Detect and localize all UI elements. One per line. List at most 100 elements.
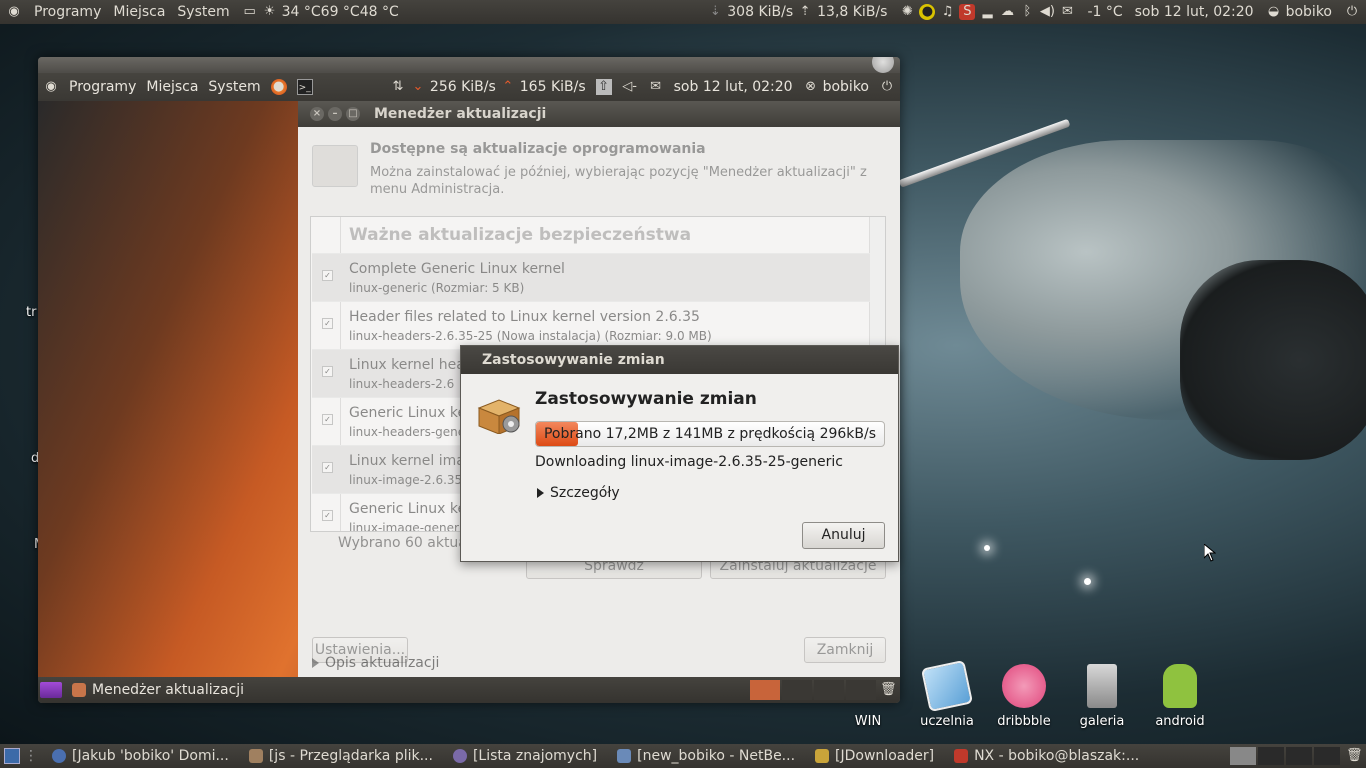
- desktop-icon-galeria[interactable]: galeria: [1066, 664, 1138, 729]
- tray-icons: ✺ ● ♫ S ▂ ☁ ᛒ ◀) ✉: [893, 4, 1081, 20]
- signal-icon[interactable]: ▂: [979, 4, 995, 20]
- taskbar-item[interactable]: [Lista znajomych]: [443, 744, 607, 768]
- inner-task-update-manager[interactable]: Menedżer aktualizacji: [62, 678, 254, 702]
- upload-chevron-icon: ⌃: [502, 79, 514, 94]
- update-package: linux-headers-gener: [349, 425, 471, 439]
- taskbar-item[interactable]: [Jakub 'bobiko' Domi...: [42, 744, 239, 768]
- android-icon: [1163, 664, 1197, 708]
- panel-handle-icon: ⋮: [24, 748, 38, 764]
- maximize-icon[interactable]: □: [346, 107, 360, 121]
- bluetooth-icon[interactable]: ᛒ: [1019, 4, 1035, 20]
- dialog-heading: Zastosowywanie zmian: [535, 389, 757, 409]
- desktop-label-fragment: tr: [26, 305, 37, 320]
- menu-system[interactable]: System: [203, 79, 265, 95]
- menu-programy[interactable]: Programy: [28, 4, 107, 20]
- close-button[interactable]: Zamknij: [804, 637, 886, 663]
- ubuntu-logo-icon[interactable]: ◉: [0, 4, 28, 20]
- download-progress-bar: Pobrano 17,2MB z 141MB z prędkością 296k…: [535, 421, 885, 447]
- workspace-1[interactable]: [750, 680, 780, 700]
- mail-icon[interactable]: ✉: [1059, 4, 1075, 20]
- mouse-cursor-icon: [1204, 544, 1216, 562]
- description-expander[interactable]: Opis aktualizacji: [312, 655, 439, 671]
- update-name: Complete Generic Linux kernel: [349, 261, 565, 277]
- inner-network-monitor[interactable]: ⇅ ⌄ 256 KiB/s ⌃ 165 KiB/s: [385, 79, 591, 95]
- update-name: Generic Linux ke: [349, 501, 467, 517]
- clock[interactable]: sob 12 lut, 02:20: [1129, 4, 1260, 20]
- user-menu[interactable]: ⊗ bobiko: [798, 79, 874, 95]
- menu-programy[interactable]: Programy: [64, 79, 141, 95]
- browser-icon: [52, 749, 66, 763]
- minimize-icon[interactable]: –: [328, 107, 342, 121]
- temperature-readout[interactable]: -1 °C: [1081, 4, 1128, 20]
- update-row[interactable]: ✓ Complete Generic Linux kernel linux-ge…: [312, 253, 870, 301]
- taskbar-item[interactable]: NX - bobiko@blaszak:...: [944, 744, 1149, 768]
- weather-applet[interactable]: ▭ ☀ 34 °C69 °C48 °C: [236, 4, 405, 20]
- dribbble-icon: [1002, 664, 1046, 708]
- desktop-icon-label: uczelnia: [920, 714, 974, 729]
- user-menu[interactable]: ◒ bobiko: [1260, 4, 1338, 20]
- update-checkbox[interactable]: ✓: [322, 414, 333, 425]
- taskbar-item[interactable]: [JDownloader]: [805, 744, 944, 768]
- workspace-2[interactable]: [1258, 747, 1284, 765]
- folder-link-icon: [920, 659, 974, 713]
- update-manager-titlebar: × – □ Menedżer aktualizacji: [298, 101, 900, 127]
- update-checkbox[interactable]: ✓: [322, 366, 333, 377]
- cloud-icon[interactable]: ☁: [999, 4, 1015, 20]
- music-note-icon[interactable]: ♫: [939, 4, 955, 20]
- power-icon[interactable]: ⏻: [1338, 4, 1366, 20]
- brushes-icon: [1087, 664, 1117, 708]
- net-down-speed: 256 KiB/s: [429, 79, 496, 95]
- update-checkbox[interactable]: ✓: [322, 270, 333, 281]
- ubuntu-logo-icon[interactable]: ◉: [38, 79, 64, 95]
- remote-window-orb-icon[interactable]: [872, 57, 894, 73]
- update-package: linux-headers-2.6: [349, 377, 455, 391]
- task-label: [new_bobiko - NetBe...: [637, 748, 796, 764]
- task-label: [Jakub 'bobiko' Domi...: [72, 748, 229, 764]
- workspace-4[interactable]: [1314, 747, 1340, 765]
- update-row[interactable]: ✓ Header files related to Linux kernel v…: [312, 301, 870, 349]
- desktop-icon-android[interactable]: android: [1144, 664, 1216, 729]
- update-notifier-icon[interactable]: ⇧: [591, 79, 617, 95]
- taskbar-item[interactable]: [new_bobiko - NetBe...: [607, 744, 805, 768]
- folder-icon: [248, 749, 263, 763]
- desktop-icon-win[interactable]: WIN: [832, 664, 904, 729]
- menu-miejsca[interactable]: Miejsca: [141, 79, 203, 95]
- tray-s-icon[interactable]: S: [959, 4, 976, 20]
- workspace-3[interactable]: [1286, 747, 1312, 765]
- window-title: Menedżer aktualizacji: [374, 106, 547, 122]
- update-checkbox[interactable]: ✓: [322, 462, 333, 473]
- workspace-2[interactable]: [782, 680, 812, 700]
- power-icon[interactable]: ⏻: [874, 79, 900, 95]
- mail-icon[interactable]: ✉: [643, 79, 669, 95]
- update-checkbox[interactable]: ✓: [322, 318, 333, 329]
- close-icon[interactable]: ×: [310, 107, 324, 121]
- show-desktop-icon[interactable]: [4, 748, 20, 764]
- cancel-button[interactable]: Anuluj: [802, 522, 885, 549]
- progress-text: Pobrano 17,2MB z 141MB z prędkością 296k…: [543, 426, 877, 442]
- menu-system[interactable]: System: [171, 4, 235, 20]
- network-monitor[interactable]: ⇣ 308 KiB/s ⇡ 13,8 KiB/s: [701, 4, 893, 20]
- net-down-speed: 308 KiB/s: [727, 4, 794, 20]
- upload-icon: ⇡: [799, 4, 811, 19]
- apply-changes-dialog: Zastosowywanie zmian Zastosowywanie zmia…: [460, 345, 899, 562]
- volume-icon[interactable]: ◁-: [617, 79, 643, 95]
- desktop-icon-dribbble[interactable]: dribbble: [988, 664, 1060, 729]
- wallpaper-sleeve: [1180, 260, 1366, 460]
- details-expander[interactable]: Szczegóły: [537, 485, 620, 501]
- show-desktop-icon[interactable]: [40, 682, 62, 698]
- menu-miejsca[interactable]: Miejsca: [107, 4, 171, 20]
- swirl-app-icon[interactable]: ✺: [899, 4, 915, 20]
- desktop-icon-uczelnia[interactable]: uczelnia: [911, 659, 983, 729]
- terminal-icon[interactable]: >_: [292, 79, 318, 95]
- inner-top-panel: ◉ Programy Miejsca System ● >_ ⇅ ⌄ 256 K…: [38, 73, 900, 101]
- trash-icon[interactable]: 🗑: [1346, 748, 1363, 764]
- volume-icon[interactable]: ◀): [1039, 4, 1055, 20]
- tray-app-icon[interactable]: ●: [919, 4, 936, 20]
- expander-arrow-icon: [312, 658, 319, 668]
- clock[interactable]: sob 12 lut, 02:20: [669, 79, 798, 95]
- update-checkbox[interactable]: ✓: [322, 510, 333, 521]
- workspace-1[interactable]: [1230, 747, 1256, 765]
- user-name: bobiko: [822, 79, 869, 95]
- firefox-icon[interactable]: ●: [266, 79, 292, 95]
- taskbar-item[interactable]: [js - Przeglądarka plik...: [239, 744, 443, 768]
